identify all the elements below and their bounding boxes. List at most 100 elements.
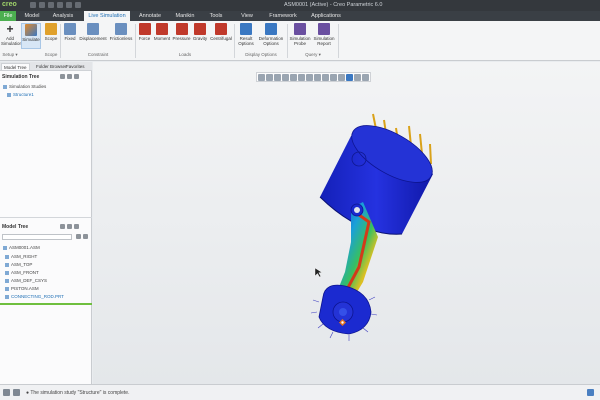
tab-model[interactable]: Model (19, 11, 45, 21)
tab-live-simulation[interactable]: Live Simulation (84, 11, 130, 21)
tab-framework[interactable]: Framework (264, 11, 302, 21)
connecting-rod (310, 202, 378, 341)
model-tree-title: Model Tree (2, 224, 29, 230)
result-options-button[interactable]: Result Options (236, 23, 256, 46)
tree-item-simulation-studies[interactable]: Simulation Studies (3, 84, 46, 89)
mouse-cursor-icon (314, 267, 323, 278)
tree-item-asm-front[interactable]: ASM_FRONT (5, 270, 39, 275)
model-tree-tools (60, 224, 79, 229)
panel-divider (0, 217, 92, 218)
centrifugal-button[interactable]: Centrifugal (209, 23, 233, 41)
displacement-icon (87, 23, 99, 35)
tab-favorites[interactable]: Favorites (64, 63, 87, 70)
navigator-tabs: Model Tree Folder Browser Favorites (0, 62, 92, 71)
tree-filter-icon[interactable] (60, 74, 65, 79)
tree-item-asm-def-csys[interactable]: ASM_DEF_CSYS (5, 278, 47, 283)
tree-item-piston[interactable]: PISTON.ASM (5, 286, 39, 291)
moment-icon (156, 23, 168, 35)
tree-item-connecting-rod[interactable]: CONNECTING_ROD.PRT (5, 294, 64, 299)
scope-icon (45, 23, 57, 35)
tree-settings-icon[interactable] (67, 224, 72, 229)
frictionless-button[interactable]: Frictionless (108, 23, 134, 41)
navigator-panel: Model Tree Folder Browser Favorites Simu… (0, 62, 92, 384)
model-tree-search-input[interactable] (2, 234, 72, 240)
assembly-icon (3, 245, 7, 250)
scope-button[interactable]: Scope (43, 23, 59, 41)
quick-access-toolbar (30, 2, 81, 8)
group-label-loads: Loads (178, 52, 192, 57)
undo-icon[interactable] (57, 2, 63, 8)
pressure-button[interactable]: Pressure (172, 23, 191, 41)
tree-item-structure1[interactable]: Structure1 (7, 92, 34, 97)
group-label-scope: Scope (44, 52, 58, 57)
tree-columns-icon[interactable] (74, 224, 79, 229)
assembly-icon (5, 286, 9, 291)
datum-plane-icon (5, 262, 9, 267)
open-icon[interactable] (39, 2, 45, 8)
regenerate-icon[interactable] (75, 2, 81, 8)
tab-annotate[interactable]: Annotate (134, 11, 166, 21)
result-options-icon (240, 23, 252, 35)
frictionless-icon (115, 23, 127, 35)
fixed-button[interactable]: Fixed (62, 23, 78, 41)
browser-toggle-icon[interactable] (13, 389, 20, 396)
simulate-button[interactable]: Simulate (21, 23, 41, 49)
deformation-options-icon (265, 23, 277, 35)
deformation-options-button[interactable]: Deformation Options (257, 23, 285, 46)
tree-item-asm-top[interactable]: ASM_TOP (5, 262, 32, 267)
tab-analysis[interactable]: Analysis (48, 11, 78, 21)
group-separator (135, 24, 136, 58)
redo-icon[interactable] (66, 2, 72, 8)
study-icon (7, 92, 11, 97)
moment-button[interactable]: Moment (153, 23, 171, 41)
tab-tools[interactable]: Tools (204, 11, 228, 21)
tree-item-asm-right[interactable]: ASM_RIGHT (5, 254, 37, 259)
active-selection-bar (0, 303, 92, 305)
tree-settings-icon[interactable] (67, 74, 72, 79)
tab-applications[interactable]: Applications (306, 11, 346, 21)
simulation-report-button[interactable]: Simulation Report (312, 23, 336, 46)
ribbon-tabs: File Model Analysis Live Simulation Anno… (0, 11, 600, 21)
force-icon (138, 23, 151, 35)
group-separator (338, 24, 339, 58)
folder-icon (3, 84, 7, 89)
tab-model-tree[interactable]: Model Tree (1, 63, 30, 70)
selection-filter-icon[interactable] (587, 389, 594, 396)
gravity-icon (194, 23, 206, 35)
add-simulation-button[interactable]: + Add Simulation (1, 22, 22, 46)
tab-manikin[interactable]: Manikin (170, 11, 200, 21)
status-icons (3, 389, 20, 396)
piston (319, 125, 433, 235)
save-icon[interactable] (48, 2, 54, 8)
gravity-button[interactable]: Gravity (192, 23, 208, 41)
force-button[interactable]: Force (137, 23, 152, 41)
creo-logo: creo (2, 1, 17, 8)
simulation-probe-button[interactable]: Simulation Probe (289, 23, 311, 46)
show-icon[interactable] (83, 234, 88, 239)
status-message: ● The simulation study "Structure" is co… (26, 390, 130, 396)
navigator-toggle-icon[interactable] (3, 389, 10, 396)
csys-icon (5, 278, 9, 283)
model-tree-search-tools (76, 234, 88, 239)
tree-expand-icon[interactable] (74, 74, 79, 79)
group-label-constraint: Constraint (87, 52, 109, 57)
status-bar: ● The simulation study "Structure" is co… (0, 384, 600, 400)
group-separator (234, 24, 235, 58)
group-label-query[interactable]: Query ▾ (289, 52, 337, 58)
report-icon (318, 23, 330, 35)
tree-item-asm0001[interactable]: ASM0001.ASM (3, 245, 40, 250)
simulation-tree-title: Simulation Tree (2, 74, 40, 80)
group-label-setup[interactable]: Setup ▾ (0, 52, 20, 58)
search-icon[interactable] (76, 234, 81, 239)
group-label-display-options: Display Options (245, 52, 277, 57)
displacement-button[interactable]: Displacement (79, 23, 107, 41)
window-title: ASM0001 (Active) - Creo Parametric 6.0 (284, 2, 383, 8)
new-icon[interactable] (30, 2, 36, 8)
graphics-window[interactable] (93, 62, 600, 384)
tab-view[interactable]: View (236, 11, 258, 21)
tree-filter-icon[interactable] (60, 224, 65, 229)
plus-icon: + (6, 22, 14, 36)
title-bar: creo ASM0001 (Active) - Creo Parametric … (0, 0, 600, 11)
datum-plane-icon (5, 254, 9, 259)
tab-file[interactable]: File (0, 11, 16, 21)
